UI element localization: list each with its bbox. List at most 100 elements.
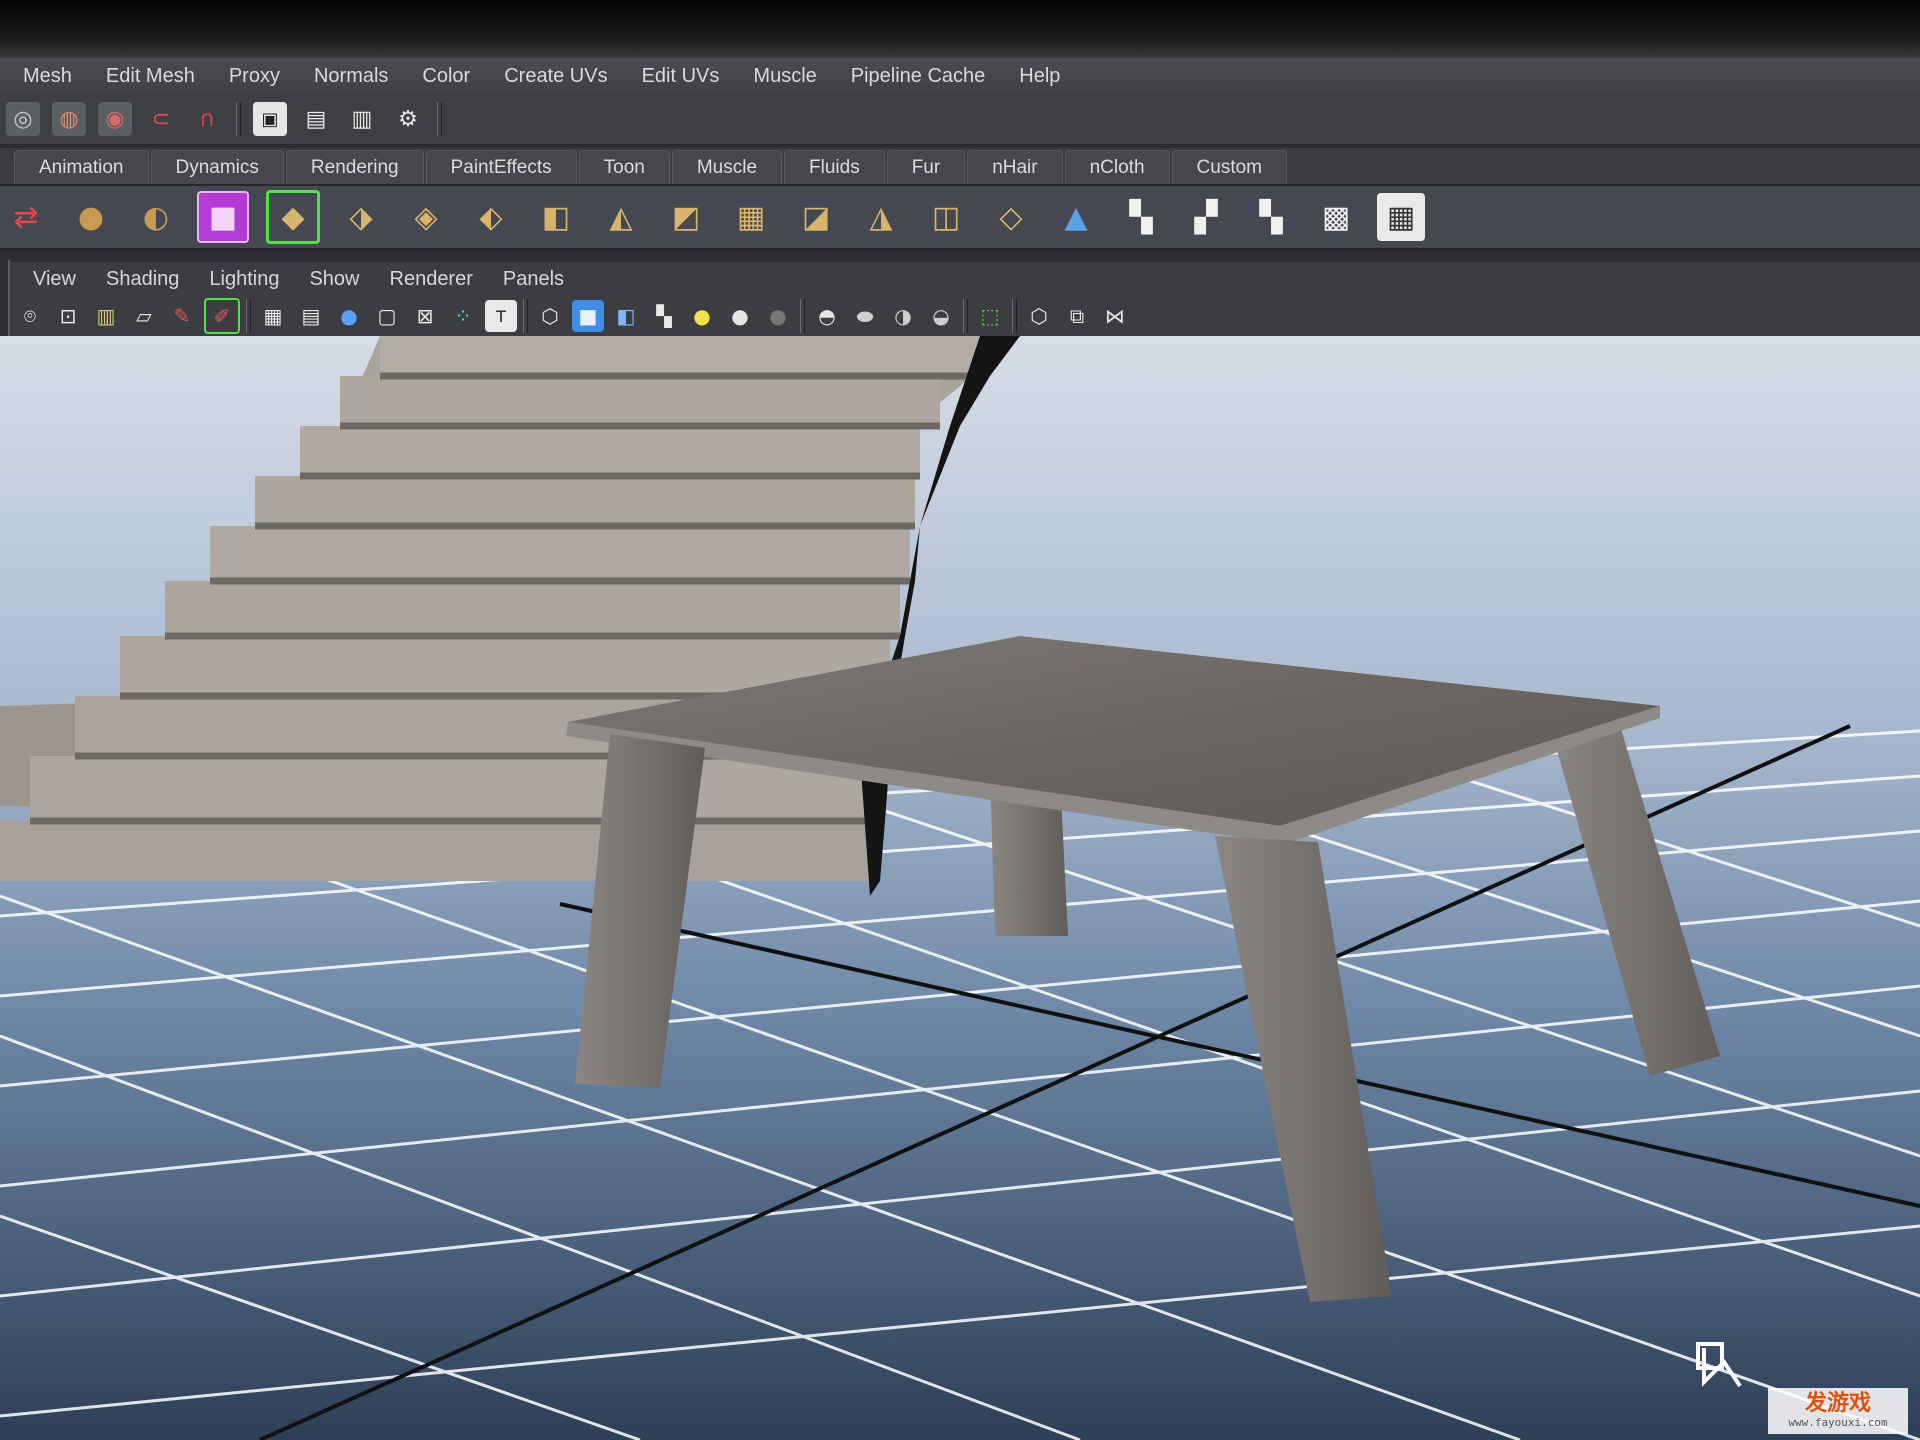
panel-separator	[246, 299, 251, 333]
panel-toolbar: ⌾ ⊡ ▥ ▱ ✎ ✐ ▦ ▤ ● ▢ ⊠ ⁘ T ⬡ ■ ◧ ▚ ● ● ● …	[10, 296, 1920, 338]
menu-normals[interactable]: Normals	[297, 65, 405, 88]
combine-icon[interactable]: ⇄	[2, 193, 50, 241]
menu-create-uvs[interactable]: Create UVs	[487, 65, 624, 88]
uv-planar-icon[interactable]: ◇	[987, 193, 1035, 241]
two-d-pan-icon[interactable]: ✐	[204, 298, 240, 334]
checker-uv-icon[interactable]: ▚	[1117, 193, 1165, 241]
snap-point-icon[interactable]: ◍	[52, 102, 86, 136]
uv-texture-editor-icon[interactable]: ▦	[1377, 193, 1425, 241]
split-poly-icon[interactable]: ◈	[402, 193, 450, 241]
normals-icon[interactable]: ▲	[1052, 193, 1100, 241]
snap-curve-icon[interactable]: ◎	[6, 102, 40, 136]
reduce-icon[interactable]: ◪	[792, 193, 840, 241]
motion-blur-icon[interactable]: ⬬	[849, 300, 881, 332]
isolate-icon[interactable]: ⬚	[974, 300, 1006, 332]
smooth-shade-icon[interactable]: ■	[572, 300, 604, 332]
bookmark-icon[interactable]: ▥	[90, 300, 122, 332]
safe-title-icon[interactable]: ⁘	[447, 300, 479, 332]
append-poly-icon[interactable]: ⬖	[467, 193, 515, 241]
clapboard-ipr-icon[interactable]: ▥	[345, 102, 379, 136]
tab-custom[interactable]: Custom	[1171, 150, 1287, 184]
camera-lock-icon[interactable]: ⊡	[52, 300, 84, 332]
depth-of-field-icon[interactable]: ◑	[887, 300, 919, 332]
render-frame-icon[interactable]: ▣	[253, 102, 287, 136]
menu-color[interactable]: Color	[405, 65, 487, 88]
xray-icon[interactable]: T	[485, 300, 517, 332]
default-light-icon[interactable]: ●	[724, 300, 756, 332]
menu-help[interactable]: Help	[1002, 65, 1077, 88]
smooth-icon[interactable]: ▦	[727, 193, 775, 241]
perspective-viewport[interactable]	[0, 336, 1920, 1440]
menu-edit-mesh[interactable]: Edit Mesh	[89, 65, 212, 88]
uv-cut-icon[interactable]: ▞	[1182, 193, 1230, 241]
snap-view-icon[interactable]: ◉	[98, 102, 132, 136]
panel-separator	[963, 299, 968, 333]
panel-menu-shading[interactable]: Shading	[91, 268, 194, 291]
panel-menu-panels[interactable]: Panels	[488, 268, 579, 291]
joints-icon[interactable]: ⋈	[1099, 300, 1131, 332]
tab-fur[interactable]: Fur	[886, 150, 966, 184]
select-camera-icon[interactable]: ◒	[925, 300, 957, 332]
cube-view-icon[interactable]: ⬡	[1023, 300, 1055, 332]
menu-muscle[interactable]: Muscle	[736, 65, 833, 88]
menu-pipeline-cache[interactable]: Pipeline Cache	[834, 65, 1003, 88]
menu-proxy[interactable]: Proxy	[212, 65, 297, 88]
panel-menu-view[interactable]: View	[18, 268, 91, 291]
tab-animation[interactable]: Animation	[14, 150, 149, 184]
uv-unfold-icon[interactable]: ▩	[1312, 193, 1360, 241]
site-watermark: 发游戏 www.fayouxi.com	[1768, 1388, 1908, 1434]
magnet-live-icon[interactable]: ⊂	[144, 102, 178, 136]
tab-nhair[interactable]: nHair	[967, 150, 1063, 184]
shadows-icon[interactable]: ●	[762, 300, 794, 332]
film-gate-icon[interactable]: ▤	[295, 300, 327, 332]
bevel-icon[interactable]: ◆	[266, 190, 320, 244]
frame-all-icon[interactable]: ⧉	[1061, 300, 1093, 332]
extrude-face-icon[interactable]: ⬗	[337, 193, 385, 241]
panel-separator	[1012, 299, 1017, 333]
tab-fluids[interactable]: Fluids	[784, 150, 885, 184]
magnet-icon[interactable]: ∩	[190, 102, 224, 136]
panel-separator	[523, 299, 528, 333]
cube-purple-icon[interactable]: ■	[197, 191, 249, 243]
tab-rendering[interactable]: Rendering	[285, 150, 424, 184]
status-line: ◎ ◍ ◉ ⊂ ∩ ▣ ▤ ▥ ⚙	[0, 94, 1920, 145]
tab-painteffects[interactable]: PaintEffects	[425, 150, 577, 184]
panel-menu-lighting[interactable]: Lighting	[194, 268, 294, 291]
tab-ncloth[interactable]: nCloth	[1064, 150, 1170, 184]
monitor-bezel	[0, 0, 1920, 58]
clapboard-settings-icon[interactable]: ⚙	[391, 102, 425, 136]
monitor-screen: Mesh Edit Mesh Proxy Normals Color Creat…	[0, 0, 1920, 1440]
menu-edit-uvs[interactable]: Edit UVs	[625, 65, 737, 88]
use-lights-icon[interactable]: ●	[686, 300, 718, 332]
panel-separator	[800, 299, 805, 333]
triangulate-icon[interactable]: ◭	[597, 193, 645, 241]
sphere-cut-icon[interactable]: ◐	[132, 193, 180, 241]
quadrangulate-icon[interactable]: ◩	[662, 193, 710, 241]
camera-attributes-icon[interactable]: ⌾	[14, 300, 46, 332]
safe-area-icon[interactable]: ▢	[371, 300, 403, 332]
screen-ambient-icon[interactable]: ◓	[811, 300, 843, 332]
image-plane-icon[interactable]: ▱	[128, 300, 160, 332]
grease-pencil-icon[interactable]: ✎	[166, 300, 198, 332]
panel-menu-show[interactable]: Show	[294, 268, 374, 291]
uv-sew-icon[interactable]: ▚	[1247, 193, 1295, 241]
cleanup-icon[interactable]: ◮	[857, 193, 905, 241]
grid-icon[interactable]: ▦	[257, 300, 289, 332]
sphere-icon[interactable]: ●	[67, 193, 115, 241]
tab-toon[interactable]: Toon	[578, 150, 670, 184]
wireframe-on-shaded-icon[interactable]: ◧	[610, 300, 642, 332]
shelf-tabs: Animation Dynamics Rendering PaintEffect…	[0, 148, 1920, 186]
tab-dynamics[interactable]: Dynamics	[150, 150, 284, 184]
main-menubar: Mesh Edit Mesh Proxy Normals Color Creat…	[0, 58, 1920, 95]
panel-menu-renderer[interactable]: Renderer	[375, 268, 488, 291]
clapboard-icon[interactable]: ▤	[299, 102, 333, 136]
textured-icon[interactable]: ▚	[648, 300, 680, 332]
merge-icon[interactable]: ◧	[532, 193, 580, 241]
menu-mesh[interactable]: Mesh	[6, 65, 89, 88]
uv-layout-icon[interactable]: ◫	[922, 193, 970, 241]
field-chart-icon[interactable]: ⊠	[409, 300, 441, 332]
resolution-gate-icon[interactable]: ●	[333, 300, 365, 332]
panel-menubar: View Shading Lighting Show Renderer Pane…	[10, 262, 1920, 296]
tab-muscle[interactable]: Muscle	[671, 150, 783, 184]
wireframe-icon[interactable]: ⬡	[534, 300, 566, 332]
